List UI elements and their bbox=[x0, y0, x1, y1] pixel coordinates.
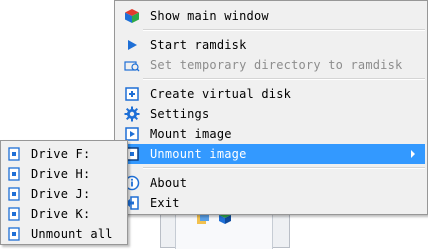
menu-item-set-temp-directory[interactable]: Set temporary directory to ramdisk bbox=[117, 55, 425, 75]
menu-item-about[interactable]: About bbox=[117, 173, 425, 193]
menu-item-label: Unmount image bbox=[150, 147, 247, 161]
menu-item-start-ramdisk[interactable]: Start ramdisk bbox=[117, 35, 425, 55]
menu-item-label: Settings bbox=[150, 107, 210, 121]
submenu-arrow-icon bbox=[411, 150, 415, 158]
tray-context-menu: Show main window Start ramdisk Set tempo… bbox=[114, 0, 428, 215]
menu-separator bbox=[143, 29, 425, 31]
drive-icon bbox=[8, 207, 20, 221]
submenu-item-label: Drive H: bbox=[31, 167, 91, 181]
menu-item-label: Start ramdisk bbox=[150, 38, 247, 52]
drive-icon bbox=[8, 147, 20, 161]
play-icon bbox=[128, 40, 137, 50]
submenu-item-label: Drive J: bbox=[31, 187, 91, 201]
menu-item-label: Create virtual disk bbox=[150, 87, 292, 101]
submenu-item-drive-k[interactable]: Drive K: bbox=[3, 204, 125, 224]
submenu-item-drive-j[interactable]: Drive J: bbox=[3, 184, 125, 204]
unmount-submenu: Drive F: Drive H: Drive J: Drive K: Unmo… bbox=[0, 140, 128, 245]
submenu-item-unmount-all[interactable]: Unmount all bbox=[3, 224, 125, 244]
menu-separator bbox=[143, 167, 425, 169]
menu-item-show-main-window[interactable]: Show main window bbox=[117, 6, 425, 26]
drive-icon bbox=[8, 167, 20, 181]
plus-box-icon bbox=[125, 87, 139, 101]
submenu-item-drive-f[interactable]: Drive F: bbox=[3, 144, 125, 164]
drive-icon bbox=[8, 187, 20, 201]
menu-item-create-virtual-disk[interactable]: Create virtual disk bbox=[117, 84, 425, 104]
cube-icon bbox=[125, 9, 139, 23]
drive-icon bbox=[8, 227, 20, 241]
folder-search-icon bbox=[124, 61, 140, 72]
gear-icon bbox=[124, 106, 140, 122]
menu-item-label: Set temporary directory to ramdisk bbox=[150, 58, 403, 72]
menu-item-settings[interactable]: Settings bbox=[117, 104, 425, 124]
menu-separator bbox=[143, 78, 425, 80]
menu-item-label: Exit bbox=[150, 196, 180, 210]
menu-item-mount-image[interactable]: Mount image bbox=[117, 124, 425, 144]
submenu-item-label: Unmount all bbox=[31, 227, 113, 241]
menu-item-label: About bbox=[150, 176, 188, 190]
submenu-item-label: Drive F: bbox=[31, 147, 91, 161]
menu-item-label: Mount image bbox=[150, 127, 232, 141]
menu-item-unmount-image[interactable]: Unmount image bbox=[117, 144, 425, 164]
submenu-item-label: Drive K: bbox=[31, 207, 91, 221]
menu-item-exit[interactable]: Exit bbox=[117, 193, 425, 213]
submenu-item-drive-h[interactable]: Drive H: bbox=[3, 164, 125, 184]
menu-item-label: Show main window bbox=[150, 9, 269, 23]
